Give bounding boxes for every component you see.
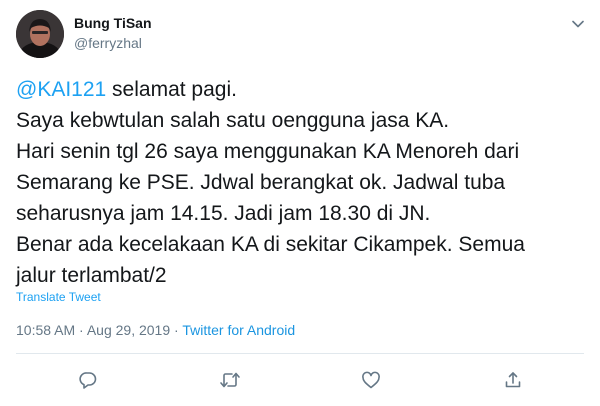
meta-separator: ·: [75, 322, 87, 338]
reply-icon: [79, 372, 97, 389]
chevron-down-icon: [572, 20, 584, 28]
mention-link[interactable]: @KAI121: [16, 78, 106, 101]
heart-icon: [362, 371, 380, 389]
tweet-source-link[interactable]: Twitter for Android: [182, 322, 295, 338]
share-icon: [505, 372, 521, 388]
divider: [16, 353, 584, 354]
tweet-author[interactable]: Bung TiSan @ferryzhal: [74, 14, 152, 52]
like-button[interactable]: [359, 368, 383, 392]
retweet-button[interactable]: [218, 368, 242, 392]
retweet-icon: [220, 372, 240, 388]
tweet-actions: [0, 368, 600, 392]
avatar-image: [16, 10, 64, 58]
meta-separator: ·: [170, 322, 183, 338]
tweet-text: @KAI121 selamat pagi. Saya kebwtulan sal…: [16, 74, 586, 291]
share-button[interactable]: [501, 368, 525, 392]
reply-button[interactable]: [76, 368, 100, 392]
author-handle[interactable]: @ferryzhal: [74, 34, 152, 52]
tweet-date[interactable]: Aug 29, 2019: [87, 322, 170, 338]
tweet-card: Bung TiSan @ferryzhal @KAI121 selamat pa…: [0, 0, 600, 406]
tweet-time[interactable]: 10:58 AM: [16, 322, 75, 338]
author-display-name[interactable]: Bung TiSan: [74, 14, 152, 32]
more-options-button[interactable]: [570, 16, 586, 32]
avatar[interactable]: [16, 10, 64, 58]
translate-tweet-link[interactable]: Translate Tweet: [16, 290, 101, 304]
tweet-text-content: selamat pagi. Saya kebwtulan salah satu …: [16, 78, 525, 287]
tweet-metadata: 10:58 AM · Aug 29, 2019 · Twitter for An…: [16, 322, 295, 338]
